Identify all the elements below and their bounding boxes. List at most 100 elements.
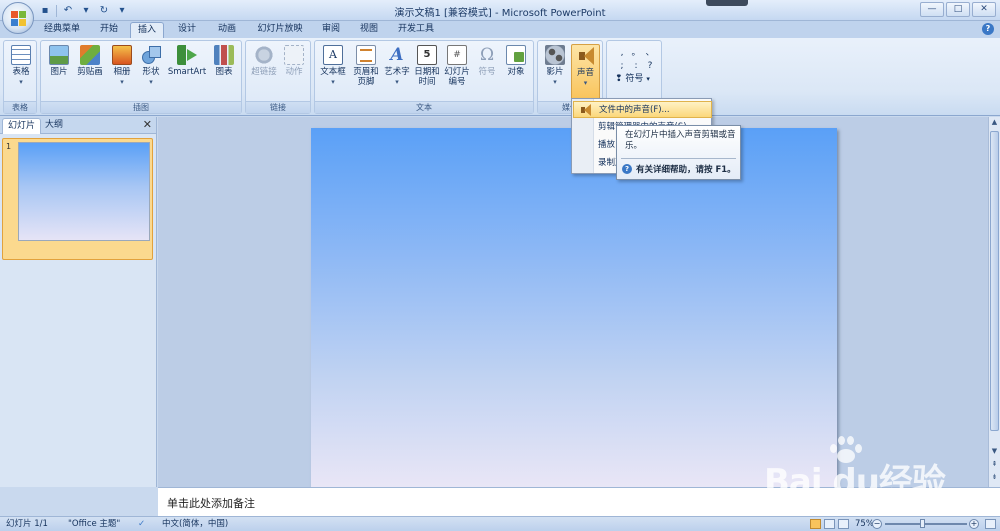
symbol-question[interactable]: ?: [643, 60, 657, 73]
minimize-button[interactable]: —: [920, 2, 944, 17]
object-button-label: 对象: [507, 67, 525, 77]
group-text: A 文本框 ▾ 页眉和 页脚 A 艺术字 ▾ 5 日期和 时间 # 幻灯片 编号…: [314, 40, 534, 114]
menu-item-sound-from-file[interactable]: 文件中的声音(F)...: [573, 101, 712, 118]
close-panel-icon[interactable]: ✕: [143, 118, 152, 131]
hyperlink-button-label: 超链接: [251, 67, 277, 77]
tooltip-divider: [621, 158, 736, 159]
datetime-label-1: 日期和: [414, 67, 440, 77]
header-footer-button[interactable]: 页眉和 页脚: [351, 44, 381, 100]
tab-developer[interactable]: 开发工具: [390, 22, 442, 38]
table-icon: [11, 45, 31, 65]
normal-view-button[interactable]: [810, 519, 821, 529]
chart-button[interactable]: 图表: [210, 44, 238, 100]
datetime-button[interactable]: 5 日期和 时间: [413, 44, 441, 100]
symbol-period[interactable]: 。: [629, 47, 643, 60]
close-button[interactable]: ✕: [972, 2, 996, 17]
symbols-more-button[interactable]: ❢ 符号 ▾: [615, 73, 650, 86]
symbol-enum-comma[interactable]: 、: [643, 47, 657, 60]
zoom-slider-handle[interactable]: [920, 519, 925, 528]
status-bar: 幻灯片 1/1 "Office 主题" ✓ 中文(简体，中国) 75% − +: [0, 516, 1000, 531]
fit-to-window-button[interactable]: [985, 519, 996, 529]
window-controls: — □ ✕: [920, 2, 996, 17]
slide-number-label-1: 幻灯片: [444, 67, 470, 77]
object-button[interactable]: 对象: [502, 44, 530, 100]
slide-canvas[interactable]: [311, 128, 837, 487]
symbols-more-label: 符号: [625, 74, 644, 84]
zoom-out-icon[interactable]: −: [872, 519, 882, 529]
group-label-text: 文本: [315, 101, 533, 113]
tab-classic-menu[interactable]: 经典菜单: [38, 22, 86, 38]
table-button[interactable]: 表格 ▾: [7, 44, 35, 100]
calendar-icon: 5: [417, 45, 437, 65]
smartart-button[interactable]: SmartArt: [166, 44, 208, 100]
tab-slideshow[interactable]: 幻灯片放映: [250, 22, 310, 38]
symbol-button[interactable]: Ω 符号: [474, 44, 500, 100]
chevron-down-icon: ▾: [149, 78, 153, 86]
scroll-down-icon[interactable]: ▼: [989, 447, 1000, 459]
office-logo-icon: [11, 11, 26, 26]
ribbon: 表格 ▾ 表格 图片 剪贴画 相册 ▾ 形状 ▾ SmartArt 图表 插图 …: [0, 38, 1000, 116]
picture-button-label: 图片: [50, 67, 68, 77]
wordart-button[interactable]: A 艺术字 ▾: [382, 44, 412, 100]
album-button-label: 相册: [113, 67, 131, 77]
symbol-bullet-icon: ❢: [615, 74, 623, 84]
album-button[interactable]: 相册 ▾: [108, 44, 136, 100]
tooltip-help: ? 有关详细帮助，请按 F1。: [622, 163, 736, 175]
symbol-colon[interactable]: :: [629, 60, 643, 73]
sound-button[interactable]: 声音 ▾: [571, 44, 600, 100]
tab-review[interactable]: 审阅: [312, 22, 350, 38]
textbox-icon: A: [323, 45, 343, 65]
slideshow-view-button[interactable]: [838, 519, 849, 529]
chart-button-label: 图表: [215, 67, 233, 77]
tab-home[interactable]: 开始: [90, 22, 128, 38]
office-button[interactable]: [2, 2, 34, 34]
tab-outline[interactable]: 大纲: [40, 118, 68, 134]
next-slide-icon[interactable]: ⇟: [989, 473, 1000, 485]
tab-insert[interactable]: 插入: [130, 22, 164, 38]
textbox-button[interactable]: A 文本框 ▾: [317, 44, 349, 100]
picture-button[interactable]: 图片: [46, 44, 72, 100]
prev-slide-icon[interactable]: ⇞: [989, 460, 1000, 472]
scroll-thumb[interactable]: [990, 131, 999, 431]
symbol-comma[interactable]: ,: [615, 47, 629, 60]
spellcheck-icon[interactable]: ✓: [138, 517, 145, 531]
action-button-label: 动作: [285, 67, 303, 77]
tooltip-help-text: 有关详细帮助，请按 F1。: [636, 165, 736, 175]
status-language[interactable]: 中文(简体，中国): [162, 517, 228, 531]
object-icon: [506, 45, 526, 65]
action-button[interactable]: 动作: [280, 44, 308, 100]
slide-thumbnail[interactable]: [18, 142, 150, 241]
chevron-down-icon: ▾: [19, 78, 23, 86]
table-button-label: 表格: [12, 67, 30, 77]
slide-number-button[interactable]: # 幻灯片 编号: [442, 44, 472, 100]
clipart-button[interactable]: 剪贴画: [74, 44, 106, 100]
zoom-in-icon[interactable]: +: [969, 519, 979, 529]
speaker-icon: [579, 104, 591, 116]
help-icon[interactable]: ?: [982, 23, 994, 35]
slide-thumbnail-number: 1: [6, 142, 12, 151]
scroll-up-icon[interactable]: ▲: [989, 118, 1000, 130]
vertical-scrollbar[interactable]: ▲ ▼ ⇞ ⇟: [988, 117, 1000, 487]
shapes-button[interactable]: 形状 ▾: [138, 44, 164, 100]
status-theme[interactable]: "Office 主题": [68, 517, 120, 531]
symbol-semicolon[interactable]: ;: [615, 60, 629, 73]
maximize-button[interactable]: □: [946, 2, 970, 17]
tab-design[interactable]: 设计: [168, 22, 206, 38]
panel-tabs: 幻灯片 大纲 ✕: [0, 117, 156, 134]
zoom-slider[interactable]: [885, 519, 967, 528]
tab-view[interactable]: 视图: [352, 22, 386, 38]
sound-button-label: 声音: [576, 68, 594, 78]
movie-button-label: 影片: [546, 67, 564, 77]
hyperlink-button[interactable]: 超链接: [249, 44, 279, 100]
photo-album-icon: [112, 45, 132, 65]
movie-button[interactable]: 影片 ▾: [541, 44, 569, 100]
slide-thumbnail-selected[interactable]: 1: [2, 138, 153, 260]
picture-icon: [49, 45, 69, 65]
group-illustrations: 图片 剪贴画 相册 ▾ 形状 ▾ SmartArt 图表 插图: [40, 40, 242, 114]
slide-sorter-button[interactable]: [824, 519, 835, 529]
window-title: 演示文稿1 [兼容模式] - Microsoft PowerPoint: [394, 8, 606, 19]
tab-slides[interactable]: 幻灯片: [2, 118, 42, 134]
slide-number-label-2: 编号: [448, 77, 466, 87]
omega-icon: Ω: [479, 45, 495, 65]
tab-animation[interactable]: 动画: [208, 22, 246, 38]
